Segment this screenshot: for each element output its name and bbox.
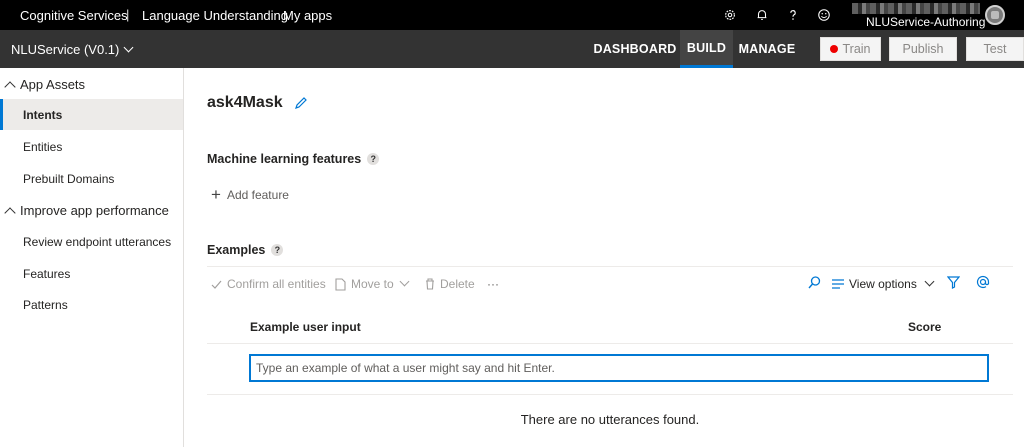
confirm-all-label: Confirm all entities [227,277,326,291]
empty-state-message: There are no utterances found. [520,412,700,427]
filter-icon[interactable] [947,276,965,289]
column-score[interactable]: Score [908,320,941,334]
gear-icon[interactable] [722,7,738,23]
main-content: ask4Mask Machine learning features? + Ad… [185,68,1024,447]
sidebar-group-improve-app-performance[interactable]: Improve app performance [4,203,169,219]
sidebar-item-review-endpoint-utterances[interactable]: Review endpoint utterances [0,226,183,257]
confirm-all-entities-button[interactable]: Confirm all entities [211,277,326,291]
breadcrumb-language-understanding[interactable]: Language Understanding [142,8,288,23]
smiley-icon[interactable] [816,7,832,23]
move-to-button[interactable]: Move to [335,276,410,291]
column-example-user-input[interactable]: Example user input [250,320,361,334]
sidebar: App Assets Intents Entities Prebuilt Dom… [0,68,184,447]
list-icon [832,279,844,289]
view-options-label: View options [849,277,917,291]
examples-heading: Examples? [207,243,284,257]
breadcrumb-my-apps[interactable]: My apps [283,8,332,23]
utterance-input-row [207,345,1013,395]
search-icon[interactable] [808,276,826,289]
tab-manage[interactable]: MANAGE [736,30,798,68]
at-sign-icon[interactable] [976,275,995,289]
pencil-icon[interactable] [294,96,308,110]
account-email-blurred [852,3,980,14]
top-bar: Cognitive Services | Language Understand… [0,0,1024,30]
chevron-down-icon [399,276,410,286]
check-icon [211,280,222,289]
help-icon[interactable] [785,7,801,23]
page-title: ask4Mask [207,94,283,111]
account-name[interactable]: NLUService-Authoring [866,15,985,29]
examples-title: Examples [207,243,266,257]
examples-table-header: Example user input Score [207,314,1013,344]
help-icon[interactable]: ? [271,244,284,256]
ml-features-heading: Machine learning features? [207,152,380,166]
test-button[interactable]: Test [966,37,1024,61]
add-feature-button[interactable]: + Add feature [211,185,289,204]
bell-icon[interactable] [754,7,770,23]
sidebar-item-intents[interactable]: Intents [0,99,183,130]
ml-features-title: Machine learning features [207,152,362,166]
chevron-down-icon [924,276,935,286]
sidebar-item-patterns[interactable]: Patterns [0,289,183,320]
sidebar-group-label: App Assets [20,77,86,92]
delete-label: Delete [440,277,475,291]
sidebar-group-app-assets[interactable]: App Assets [4,77,86,93]
sidebar-group-label: Improve app performance [20,203,169,218]
document-icon [335,277,346,291]
sidebar-item-prebuilt-domains[interactable]: Prebuilt Domains [0,163,183,194]
view-options-button[interactable]: View options [832,276,935,291]
train-status-dot [830,45,839,53]
sidebar-item-features[interactable]: Features [0,258,183,289]
more-options-button[interactable]: ··· [487,277,499,291]
utterance-input[interactable] [249,354,989,382]
help-icon[interactable]: ? [367,153,380,165]
sidebar-item-entities[interactable]: Entities [0,131,183,162]
app-bar: NLUService (V0.1) DASHBOARD BUILD MANAGE… [0,30,1024,68]
tab-dashboard[interactable]: DASHBOARD [593,30,676,68]
tab-build[interactable]: BUILD [680,30,733,68]
app-name: NLUService (V0.1) [11,42,120,57]
chevron-down-icon [123,42,134,53]
avatar[interactable] [985,5,1005,25]
breadcrumb-separator: | [126,7,130,22]
add-feature-label: Add feature [226,188,289,202]
plus-icon: + [211,185,221,204]
train-label: Train [842,42,871,56]
trash-icon [426,278,434,290]
move-to-label: Move to [351,277,394,291]
delete-button[interactable]: Delete [425,277,475,291]
publish-button[interactable]: Publish [889,37,957,61]
app-selector[interactable]: NLUService (V0.1) [11,42,134,57]
chevron-up-icon [4,206,16,219]
examples-toolbar: Confirm all entities Move to Delete ··· … [207,266,1013,302]
train-button[interactable]: Train [820,37,881,61]
breadcrumb-cognitive-services[interactable]: Cognitive Services [20,8,128,23]
chevron-up-icon [4,80,16,93]
